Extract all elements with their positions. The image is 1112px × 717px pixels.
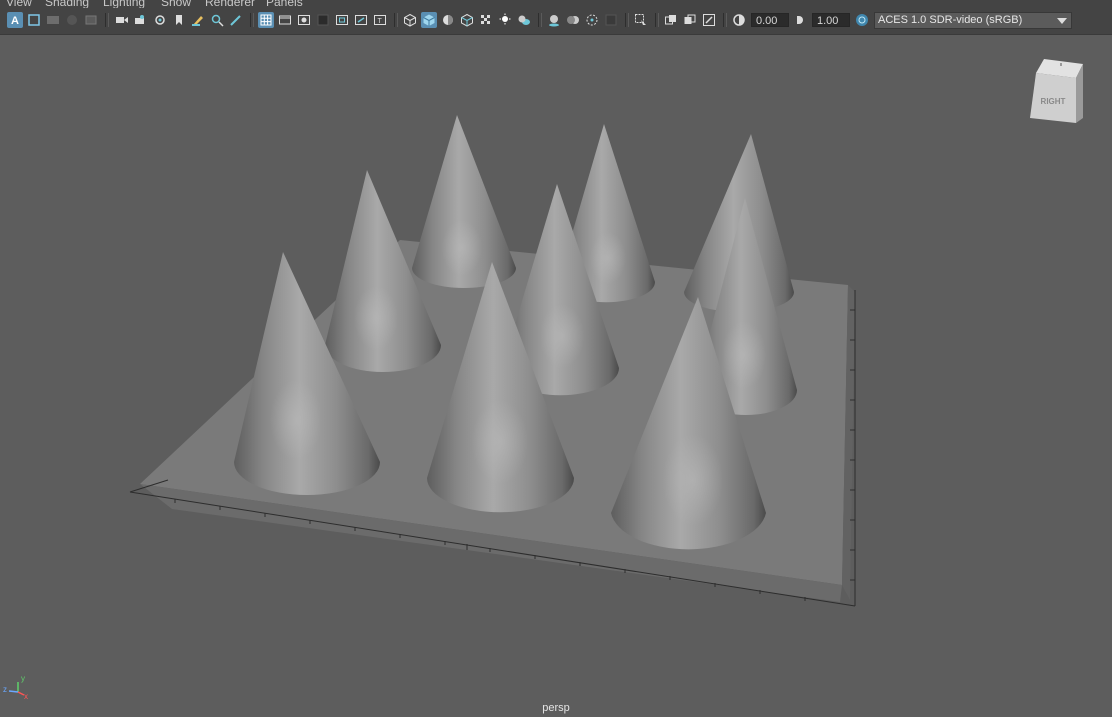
- gamma-field[interactable]: 1.00: [812, 13, 850, 27]
- menu-lighting[interactable]: Lighting: [103, 0, 145, 8]
- color-management-icon[interactable]: [854, 12, 870, 28]
- axis-label-z: z: [3, 685, 7, 694]
- xray-joints-icon[interactable]: [682, 12, 698, 28]
- axis-label-x: x: [24, 692, 28, 701]
- color-space-value: ACES 1.0 SDR-video (sRGB): [878, 14, 1023, 26]
- axis-label-y: y: [21, 674, 25, 683]
- sphere-preview-icon[interactable]: [64, 12, 80, 28]
- checker-icon[interactable]: [478, 12, 494, 28]
- image-plane-icon[interactable]: [152, 12, 168, 28]
- gate-mask-icon[interactable]: [315, 12, 331, 28]
- color-space-dropdown[interactable]: ACES 1.0 SDR-video (sRGB): [874, 12, 1072, 29]
- render-view-icon[interactable]: [83, 12, 99, 28]
- grid-icon[interactable]: [258, 12, 274, 28]
- view-cube-label: RIGHT: [1041, 97, 1066, 106]
- wireframe-icon[interactable]: [402, 12, 418, 28]
- select-camera-icon[interactable]: [26, 12, 42, 28]
- default-material-icon[interactable]: [440, 12, 456, 28]
- safe-title-icon[interactable]: T: [372, 12, 388, 28]
- menu-panels[interactable]: Panels: [266, 0, 303, 8]
- paint-icon[interactable]: [228, 12, 244, 28]
- field-chart-icon[interactable]: [334, 12, 350, 28]
- axis-gizmo: y z x: [3, 674, 28, 701]
- xray-active-components-icon[interactable]: [701, 12, 717, 28]
- cone-back-left[interactable]: [412, 115, 516, 288]
- screen-space-ao-icon[interactable]: [546, 12, 562, 28]
- two-d-pan-zoom-icon[interactable]: [209, 12, 225, 28]
- layout-icon[interactable]: [45, 12, 61, 28]
- gamma-icon[interactable]: [793, 12, 809, 28]
- exposure-field[interactable]: 0.00: [751, 13, 789, 27]
- view-cube[interactable]: RIGHT: [1030, 59, 1083, 123]
- smooth-shade-icon[interactable]: [421, 12, 437, 28]
- viewport-3d[interactable]: RIGHT y z x: [0, 35, 1112, 717]
- menu-shading[interactable]: Shading: [45, 0, 89, 8]
- exposure-icon[interactable]: [731, 12, 747, 28]
- safe-action-icon[interactable]: [353, 12, 369, 28]
- menu-view[interactable]: View: [6, 0, 32, 8]
- camera-attributes-icon[interactable]: [114, 12, 130, 28]
- textured-icon[interactable]: [459, 12, 475, 28]
- svg-text:A: A: [11, 15, 19, 27]
- grease-pencil-icon[interactable]: [190, 12, 206, 28]
- menu-bar: View Shading Lighting Show Renderer Pane…: [0, 0, 1112, 8]
- anti-aliasing-icon[interactable]: [584, 12, 600, 28]
- resolution-gate-icon[interactable]: [296, 12, 312, 28]
- menu-show[interactable]: Show: [161, 0, 191, 8]
- camera-icon[interactable]: [133, 12, 149, 28]
- shadows-icon[interactable]: [516, 12, 532, 28]
- menu-renderer[interactable]: Renderer: [205, 0, 255, 8]
- film-gate-icon[interactable]: [277, 12, 293, 28]
- chevron-down-icon[interactable]: [1057, 18, 1067, 24]
- motion-blur-icon[interactable]: [565, 12, 581, 28]
- panel-toolbar: A T 0.00 1.00 ACES 1.0 SDR-video (sRGB): [0, 8, 1112, 35]
- depth-of-field-icon[interactable]: [603, 12, 619, 28]
- svg-text:T: T: [378, 18, 383, 25]
- isolate-select-icon[interactable]: [633, 12, 649, 28]
- camera-label: persp: [542, 702, 570, 714]
- bookmarks-icon[interactable]: [171, 12, 187, 28]
- xray-icon[interactable]: [663, 12, 679, 28]
- auto-select-icon[interactable]: A: [7, 12, 23, 28]
- lighting-icon[interactable]: [497, 12, 513, 28]
